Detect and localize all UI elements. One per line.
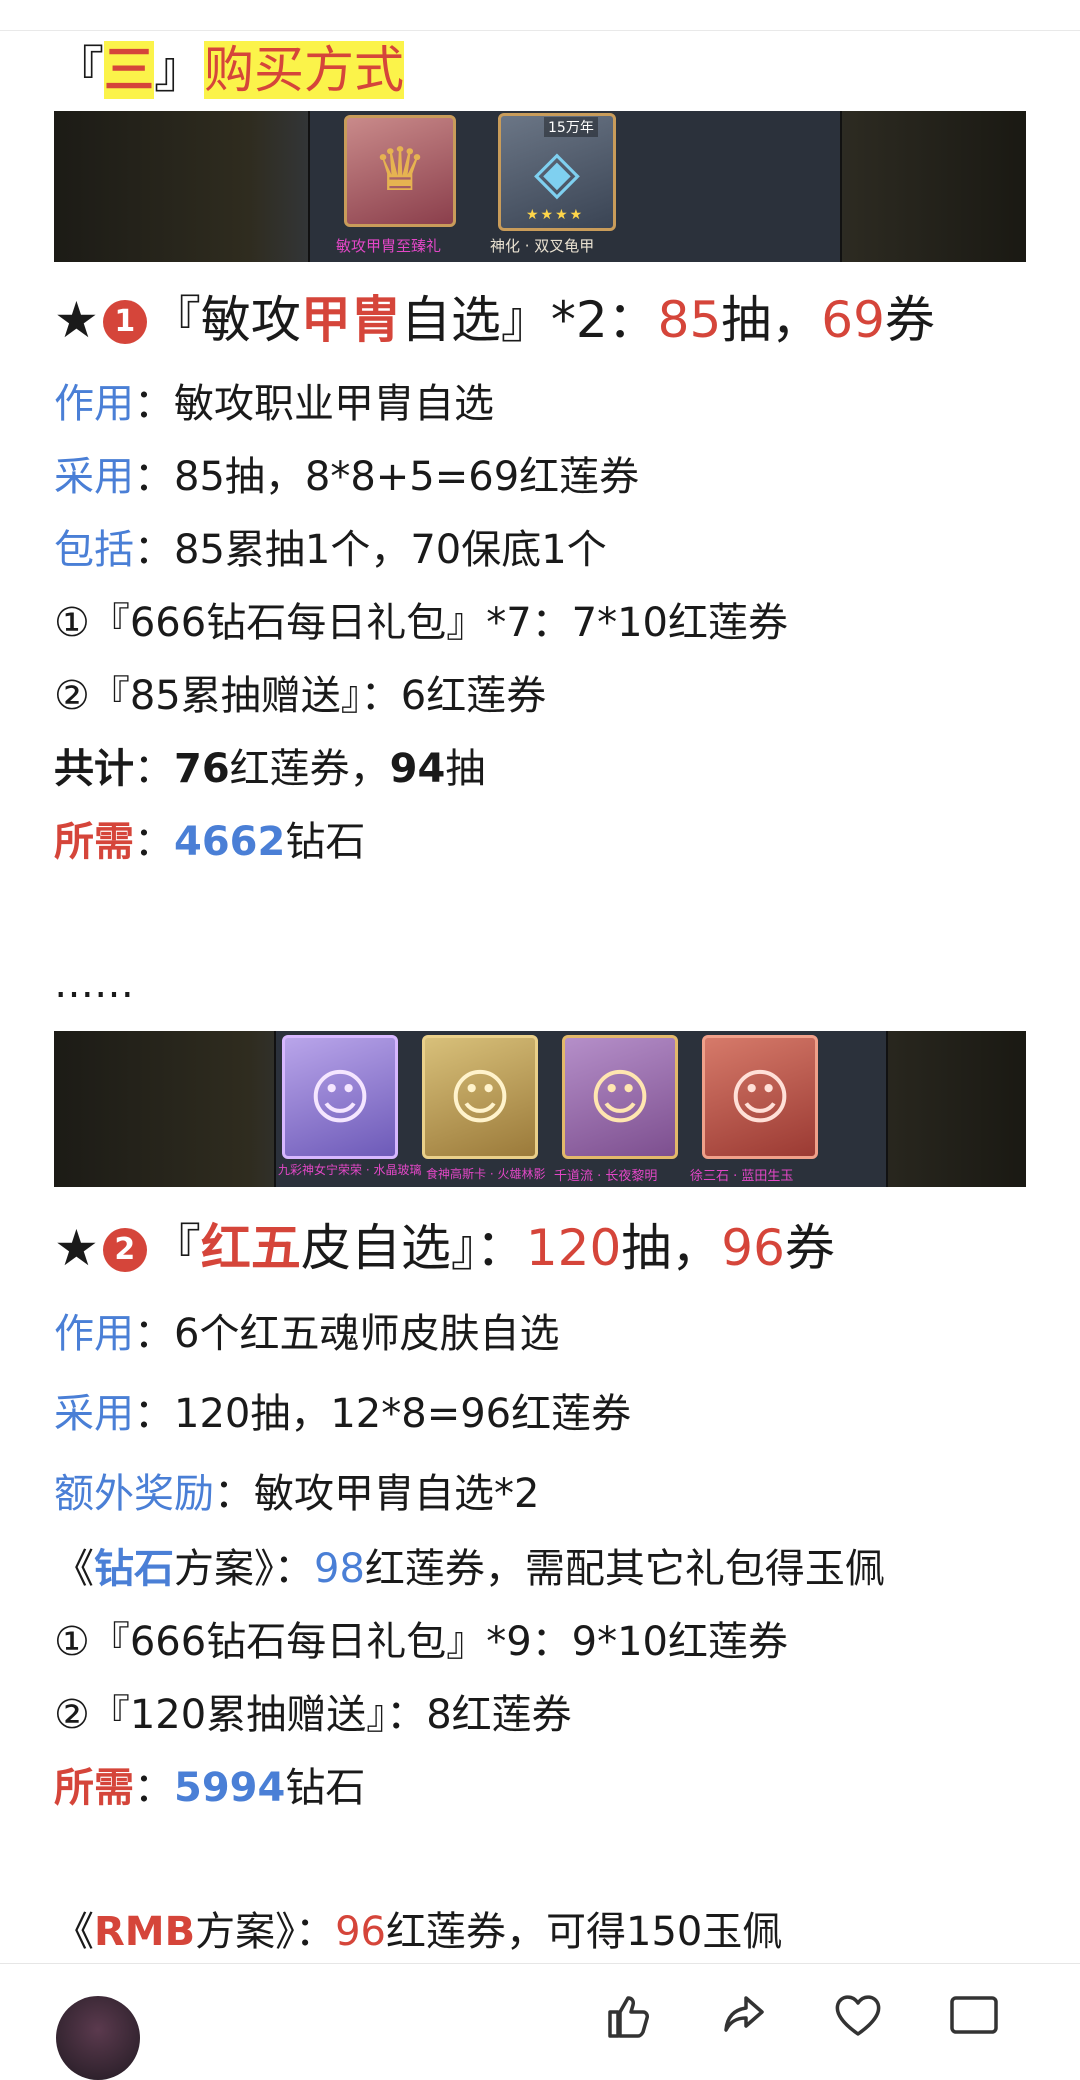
skin-card-1: ☺ <box>282 1035 398 1159</box>
section-number: 三 <box>104 41 154 99</box>
author-avatar[interactable] <box>56 1996 140 2080</box>
offer-2-adopt: 采用：120抽，12*8=96红莲券 <box>54 1391 632 1437</box>
armor-card-2-caption: 神化 · 双叉龟甲 <box>490 237 595 255</box>
ellipsis: …… <box>54 961 134 1007</box>
skin-card-4-caption: 徐三石 · 蓝田生玉 <box>690 1169 794 1184</box>
offer-2-rmb-plan: 《RMB方案》：96红莲券，可得150玉佩 <box>54 1909 783 1955</box>
offer-2-heading: ★ 2 『红五皮自选』：120抽，96券 <box>54 1219 835 1277</box>
offer-2-bonus: 额外奖励：敏攻甲胄自选*2 <box>54 1471 540 1517</box>
offer-2-item-2: ②『120累抽赠送』：8红莲券 <box>54 1692 572 1738</box>
skin-card-3-caption: 千道流 · 长夜黎明 <box>554 1169 658 1184</box>
years-tag: 15万年 <box>544 117 598 137</box>
offer-1-item-2: ②『85累抽赠送』：6红莲券 <box>54 673 547 719</box>
offer-1-adopt: 采用：85抽，8*8+5=69红莲券 <box>54 454 640 500</box>
skin-card-3: ☺ <box>562 1035 678 1159</box>
comment-icon[interactable] <box>948 1990 1000 2047</box>
skin-card-2-caption: 食神高斯卡 · 火雄林影 <box>426 1167 546 1181</box>
skin-card-1-caption: 九彩神女宁荣荣 · 水晶玻璃 <box>278 1163 422 1177</box>
offer-1-total: 共计：76红莲券，94抽 <box>54 746 486 792</box>
offer-2-need: 所需：5994钻石 <box>54 1765 366 1811</box>
bottom-action-bar <box>0 1963 1080 2080</box>
share-icon[interactable] <box>718 1990 768 2047</box>
offer-1-item-1: ①『666钻石每日礼包』*7：7*10红莲券 <box>54 600 789 646</box>
thumbs-up-icon[interactable] <box>602 1990 652 2047</box>
top-divider <box>0 30 1080 31</box>
offer-1-heading: ★ 1 『敏攻甲胄自选』*2：85抽，69券 <box>54 291 935 349</box>
skin-card-4: ☺ <box>702 1035 818 1159</box>
armor-card-1-caption: 敏攻甲胄至臻礼 <box>336 237 442 255</box>
armor-banner-image: ♛ ◈ 15万年 ★★★★ 敏攻甲胄至臻礼 神化 · 双叉龟甲 <box>54 111 1026 262</box>
offer-1-include: 包括：85累抽1个，70保底1个 <box>54 527 607 573</box>
section-title: 『三』购买方式 <box>54 41 404 99</box>
skins-banner-image: ☺ ☺ ☺ ☺ 九彩神女宁荣荣 · 水晶玻璃 食神高斯卡 · 火雄林影 千道流 … <box>54 1031 1026 1187</box>
star-rating: ★★★★ <box>526 207 585 223</box>
armor-card-1: ♛ <box>344 115 456 227</box>
offer-1-need: 所需：4662钻石 <box>54 819 366 865</box>
section-title-text: 购买方式 <box>204 41 404 99</box>
heart-icon[interactable] <box>832 1990 884 2047</box>
offer-1-effect: 作用：敏攻职业甲胄自选 <box>54 381 494 427</box>
offer-2-effect: 作用：6个红五魂师皮肤自选 <box>54 1311 560 1357</box>
offer-2-badge: 2 <box>102 1228 147 1272</box>
offer-1-badge: 1 <box>102 300 147 344</box>
offer-2-item-1: ①『666钻石每日礼包』*9：9*10红莲券 <box>54 1619 789 1665</box>
offer-2-diamond-plan: 《钻石方案》：98红莲券，需配其它礼包得玉佩 <box>54 1546 885 1592</box>
skin-card-2: ☺ <box>422 1035 538 1159</box>
